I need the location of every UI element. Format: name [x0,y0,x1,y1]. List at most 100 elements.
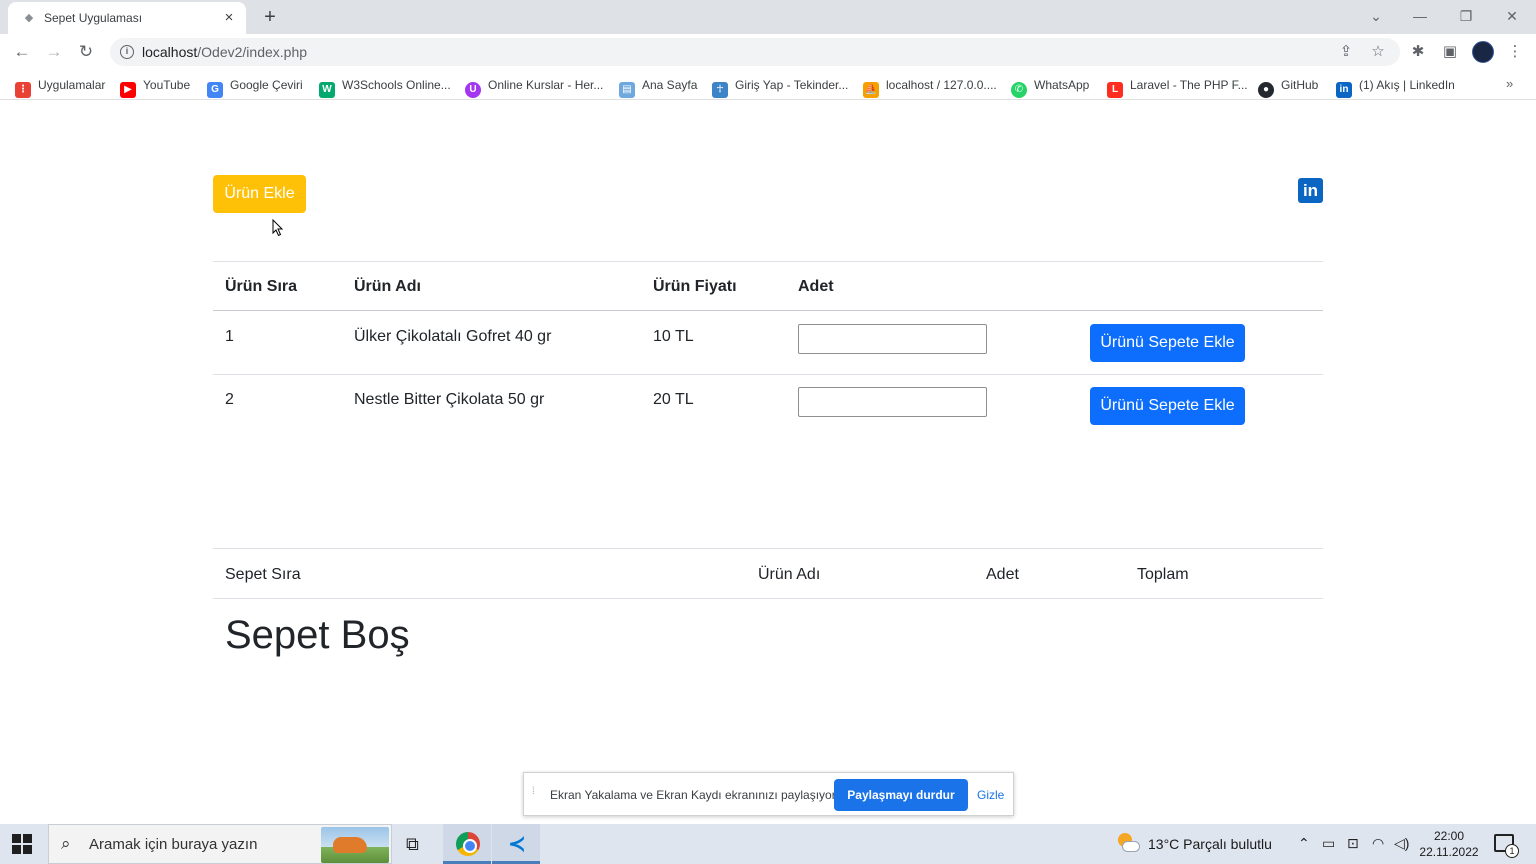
wifi-icon[interactable]: ◠ [1372,835,1384,852]
header-adet: Adet [798,278,834,295]
product-name: Nestle Bitter Çikolata 50 gr [354,391,545,408]
bookmark-linkedin[interactable]: in (1) Akış | LinkedIn [1336,76,1455,98]
profile-avatar[interactable] [1472,41,1494,63]
tab-title: Sepet Uygulaması [44,11,143,25]
bookmark-ana-sayfa[interactable]: ▤ Ana Sayfa [619,76,698,98]
bookmark-label: Google Çeviri [230,78,303,92]
task-view-icon[interactable]: ⧉ [406,834,419,855]
search-placeholder: Aramak için buraya yazın [89,836,258,853]
clock-date: 22.11.2022 [1419,845,1479,859]
bookmark-github[interactable]: ● GitHub [1258,76,1319,98]
url-text: localhost/Odev2/index.php [142,44,307,60]
quantity-input[interactable] [798,324,987,354]
share-icon[interactable]: ⇪ [1336,42,1356,62]
device-icon[interactable]: ⊡ [1347,835,1359,852]
close-window-button[interactable]: ✕ [1498,4,1526,28]
google-translate-icon: G [207,82,223,98]
close-tab-icon[interactable]: × [220,9,238,27]
screen-share-bar: ⁞ Ekran Yakalama ve Ekran Kaydı ekranını… [523,772,1014,816]
address-bar[interactable]: i localhost/Odev2/index.php ⇪ ☆ [110,38,1400,66]
url-path: /Odev2/index.php [197,44,308,60]
vscode-taskbar-button[interactable]: ≺ [492,824,540,864]
minimize-button[interactable]: — [1406,4,1434,28]
bookmark-label: Online Kurslar - Her... [488,78,604,92]
page-favicon-icon: ◆ [24,12,34,24]
battery-icon[interactable]: ▭ [1322,835,1335,852]
product-name: Ülker Çikolatalı Gofret 40 gr [354,328,552,345]
page-content: Ürün Ekle in Ürün Sıra Ürün Adı Ürün Fiy… [0,101,1536,823]
menu-kebab-icon[interactable]: ⋮ [1503,40,1527,64]
product-price: 20 TL [653,391,694,408]
more-bookmarks-chevron-icon[interactable]: » [1506,76,1513,91]
add-product-button[interactable]: Ürün Ekle [213,175,306,213]
quantity-input[interactable] [798,387,987,417]
windows-start-icon[interactable] [12,834,32,854]
cart-header-toplam: Toplam [1137,566,1189,583]
add-to-cart-button[interactable]: Ürünü Sepete Ekle [1090,387,1245,425]
bookmark-label: W3Schools Online... [342,78,451,92]
bookmark-localhost[interactable]: ⛵ localhost / 127.0.0.... [863,76,997,98]
bookmark-whatsapp[interactable]: ✆ WhatsApp [1011,76,1089,98]
apps-grid-icon: ⋮ [15,82,31,98]
bookmark-label: Giriş Yap - Tekinder... [735,78,849,92]
bookmark-google-ceviri[interactable]: G Google Çeviri [207,76,303,98]
bookmark-giris-yap[interactable]: ☥ Giriş Yap - Tekinder... [712,76,849,98]
add-to-cart-button[interactable]: Ürünü Sepete Ekle [1090,324,1245,362]
bookmarks-bar: ⋮ Uygulamalar ▶ YouTube G Google Çeviri W W3… [0,70,1536,100]
whatsapp-icon: ✆ [1011,82,1027,98]
bookmark-label: (1) Akış | LinkedIn [1359,78,1455,92]
bookmark-uygulamalar[interactable]: ⋮ Uygulamalar [15,76,106,98]
empty-cart-message: Sepet Boş [225,613,410,657]
share-message: Ekran Yakalama ve Ekran Kaydı ekranınızı… [550,788,839,802]
search-icon: ⌕ [61,834,71,853]
figure-icon: ☥ [712,82,728,98]
volume-icon[interactable]: ◁) [1394,835,1409,852]
bookmark-star-icon[interactable]: ☆ [1368,42,1388,62]
bookmark-w3schools[interactable]: W W3Schools Online... [319,76,451,98]
extensions-puzzle-icon[interactable]: ✱ [1406,40,1430,64]
new-tab-button[interactable]: + [258,5,282,29]
forward-arrow-icon[interactable]: → [42,40,66,64]
drag-handle-icon[interactable]: ⁞ [532,787,540,802]
bookmark-online-kurslar[interactable]: U Online Kurslar - Her... [465,76,604,98]
phpmyadmin-icon: ⛵ [863,82,879,98]
bookmark-label: Laravel - The PHP F... [1130,78,1248,92]
bookmark-label: localhost / 127.0.0.... [886,78,997,92]
side-panel-icon[interactable]: ▣ [1438,40,1462,64]
stop-sharing-button[interactable]: Paylaşmayı durdur [834,779,968,811]
cart-header-sepet-sira: Sepet Sıra [225,566,301,583]
bookmark-laravel[interactable]: L Laravel - The PHP F... [1107,76,1248,98]
w3schools-icon: W [319,82,335,98]
bookmark-label: Ana Sayfa [642,78,698,92]
udemy-icon: U [465,82,481,98]
show-hidden-icons-chevron-icon[interactable]: ⌃ [1298,835,1310,852]
url-host: localhost [142,44,198,60]
row-index: 1 [225,328,234,345]
header-divider [213,310,1323,311]
bookmark-label: GitHub [1281,78,1319,92]
system-clock[interactable]: 22:00 22.11.2022 [1416,828,1482,860]
linkedin-logo-icon[interactable]: in [1298,178,1323,203]
mouse-cursor-icon [272,219,284,237]
youtube-icon: ▶ [120,82,136,98]
tab-sepet-uygulamasi[interactable]: ◆ Sepet Uygulaması × [8,2,246,34]
bookmark-youtube[interactable]: ▶ YouTube [120,76,190,98]
chrome-taskbar-button[interactable] [443,824,491,864]
weather-text[interactable]: 13°C Parçalı bulutlu [1148,836,1272,852]
row-divider [213,374,1323,375]
restore-button[interactable]: ❐ [1452,4,1480,28]
weather-icon[interactable] [1116,833,1140,855]
header-urun-sira: Ürün Sıra [225,278,298,295]
tab-search-icon[interactable]: ⌄ [1362,4,1390,28]
back-arrow-icon[interactable]: ← [10,40,34,64]
taskbar-search-box[interactable]: ⌕ Aramak için buraya yazın [48,824,392,864]
windows-taskbar: ⌕ Aramak için buraya yazın ⧉ ≺ 13°C Parç… [0,824,1536,864]
table-top-border [213,261,1323,262]
bookmark-label: Uygulamalar [38,78,106,92]
chrome-icon [456,832,480,856]
github-icon: ● [1258,82,1274,98]
site-info-icon[interactable]: i [120,45,134,59]
reload-icon[interactable]: ↻ [74,40,98,64]
header-urun-fiyati: Ürün Fiyatı [653,278,737,295]
hide-link[interactable]: Gizle [977,788,1004,802]
